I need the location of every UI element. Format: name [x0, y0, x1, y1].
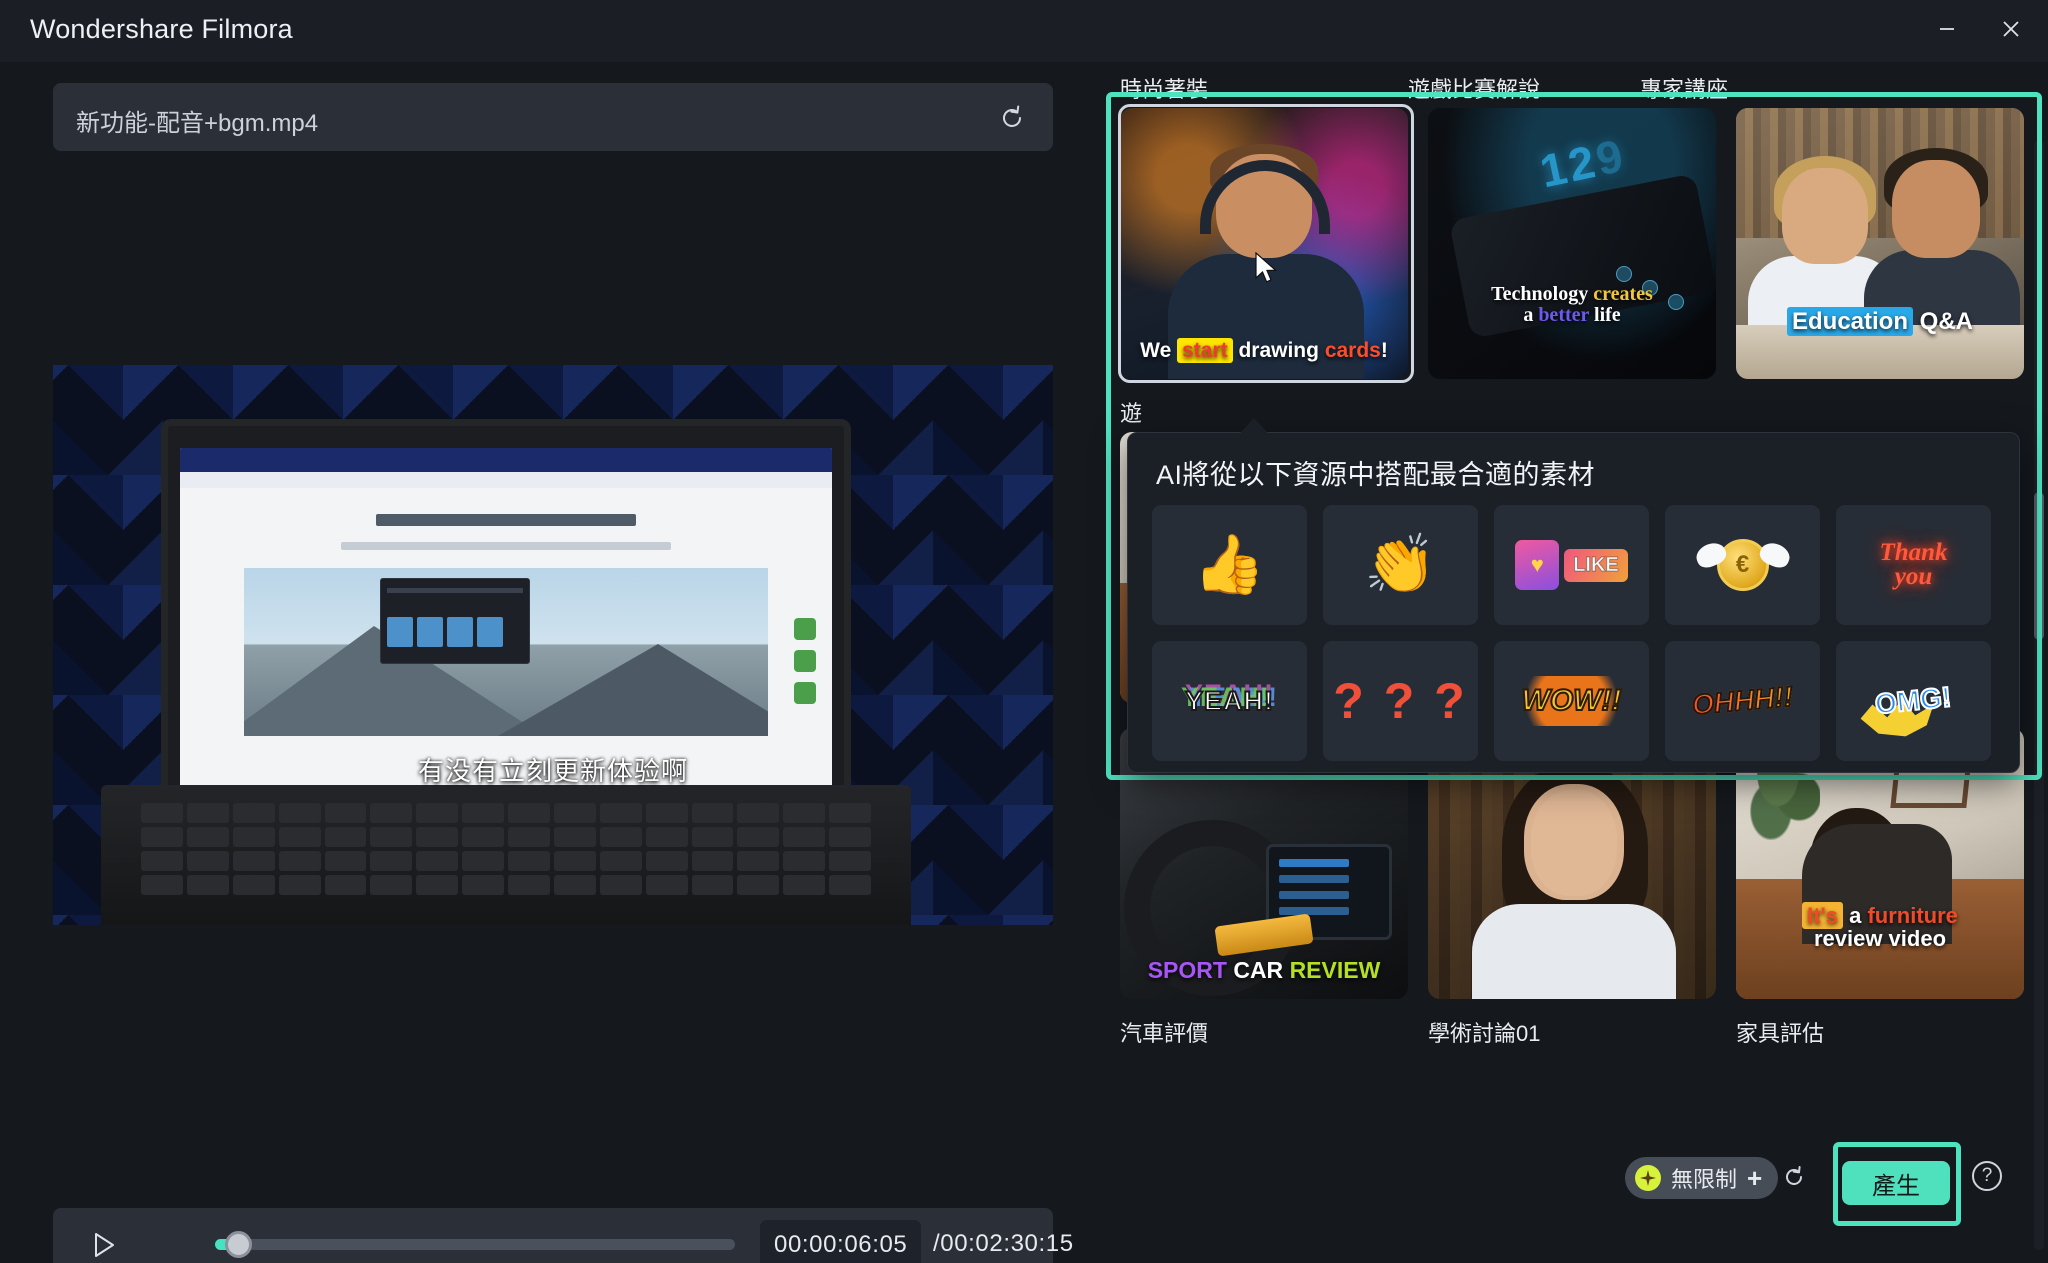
playhead-slider[interactable] [215, 1231, 735, 1258]
minimize-icon [1940, 28, 1954, 30]
thumbs-up-icon: 👍 [1193, 532, 1266, 597]
page-side-icons [794, 618, 818, 704]
file-name-bar: 新功能-配音+bgm.mp4 [53, 83, 1053, 151]
file-name-label: 新功能-配音+bgm.mp4 [76, 110, 319, 137]
title-bar: Wondershare Filmora [0, 0, 2048, 62]
current-time: 00:00:06:05 [760, 1220, 922, 1263]
close-button[interactable] [1988, 8, 2034, 50]
page-hero-sub [341, 542, 671, 550]
template-card-2[interactable]: Education Q&A [1736, 108, 2024, 379]
template-label-4: 學術討論01 [1428, 1021, 1541, 1046]
app-title: Wondershare Filmora [30, 14, 293, 44]
template-scrollbar-track[interactable] [2034, 140, 2044, 1250]
flying-coin-icon: € [1716, 539, 1769, 591]
question-marks-sticker[interactable]: ? ? ? [1323, 641, 1478, 761]
category-label-2: 專家講座 [1640, 77, 1729, 102]
yeah-sticker[interactable]: YEAH! [1152, 641, 1307, 761]
like-badge-sticker[interactable]: ♥ LIKE [1494, 505, 1649, 625]
flying-coin-sticker[interactable]: € [1665, 505, 1820, 625]
clapping-hands-sticker[interactable]: 👏 [1323, 505, 1478, 625]
template-card-caption-1: Technology creates a better life [1491, 282, 1653, 327]
omg-sticker[interactable]: OMG! [1836, 641, 1991, 761]
clapping-hands-icon: 👏 [1364, 532, 1437, 597]
ai-resource-popup: AI將從以下資源中搭配最合適的素材 👍 👏 ♥ LIKE € Thank you … [1127, 418, 2020, 773]
template-card-0[interactable]: We start drawing cards! [1120, 108, 1408, 379]
template-card-caption-5: It's a furniture review video [1736, 901, 2024, 952]
refresh-button[interactable] [1780, 1163, 1808, 1191]
help-button[interactable]: ? [1972, 1161, 2002, 1191]
preview-pane: 新功能-配音+bgm.mp4 有没有立刻更新体验啊 00:00:06:05 /0… [0, 62, 1095, 1263]
play-icon [95, 1233, 114, 1257]
template-label-5: 家具評估 [1736, 1021, 1825, 1046]
thumbs-up-sticker[interactable]: 👍 [1152, 505, 1307, 625]
credits-label: 無限制 [1671, 1167, 1738, 1192]
yeah-icon: YEAH! [1184, 685, 1274, 717]
template-card-caption-3: SPORT CAR REVIEW [1147, 957, 1381, 984]
thank-you-icon: Thank you [1879, 539, 1948, 590]
mini-editor-preview [380, 578, 530, 664]
generate-button[interactable]: 產生 [1842, 1161, 1950, 1205]
play-button[interactable] [88, 1229, 120, 1261]
credits-button[interactable]: 無限制 + [1625, 1157, 1779, 1199]
refresh-icon [1786, 1166, 1802, 1185]
player-control-bar: 00:00:06:05 /00:02:30:15 [53, 1208, 1073, 1263]
ohhh-sticker[interactable]: OHHH!! [1665, 641, 1820, 761]
page-hero-title [376, 514, 636, 526]
wow-sticker[interactable]: WOW!! [1494, 641, 1649, 761]
question-marks-icon: ? ? ? [1333, 673, 1468, 729]
close-icon [2003, 21, 2019, 37]
category-label-hidden-0: 遊 [1120, 401, 1143, 426]
omg-icon: OMG! [1873, 680, 1954, 721]
category-label-1: 遊戲比賽解說 [1408, 77, 1541, 102]
thank-you-sticker[interactable]: Thank you [1836, 505, 1991, 625]
template-scrollbar-thumb[interactable] [2034, 492, 2044, 640]
template-thumbnail-image [1736, 108, 2024, 379]
reload-button[interactable] [993, 99, 1031, 137]
reload-icon [1003, 105, 1021, 127]
video-subtitle: 有没有立刻更新体验啊 [417, 756, 688, 786]
video-preview[interactable]: 有没有立刻更新体验啊 [53, 365, 1053, 925]
browser-tabs [180, 472, 832, 488]
sticker-grid: 👍 👏 ♥ LIKE € Thank you YEAH! ? ? ? WOW!! … [1152, 505, 1991, 761]
browser-bar [180, 448, 832, 472]
add-credits-icon: + [1747, 1163, 1763, 1193]
minimize-button[interactable] [1924, 8, 1970, 50]
playhead-handle[interactable] [225, 1231, 252, 1258]
laptop-keyboard [101, 785, 911, 925]
ohhh-icon: OHHH!! [1690, 680, 1795, 722]
sparkle-icon [1635, 1165, 1661, 1191]
template-label-3: 汽車評價 [1120, 1021, 1209, 1046]
template-card-caption-2: Education Q&A [1736, 307, 2024, 337]
template-card-1[interactable]: 129 Technology creates a better life [1428, 108, 1716, 379]
template-thumbnail-image: 129 [1428, 108, 1716, 379]
filmora-window: Wondershare Filmora 新功能-配音+bgm.mp4 有没有立刻… [0, 0, 2048, 1263]
total-time: /00:02:30:15 [933, 1230, 1074, 1257]
wow-icon: WOW!! [1509, 676, 1634, 726]
category-label-0: 時尚著裝 [1120, 77, 1209, 102]
like-badge-icon: ♥ LIKE [1515, 540, 1628, 590]
popup-title: AI將從以下資源中搭配最合適的素材 [1156, 460, 1596, 490]
template-card-caption-0: We start drawing cards! [1140, 338, 1388, 364]
